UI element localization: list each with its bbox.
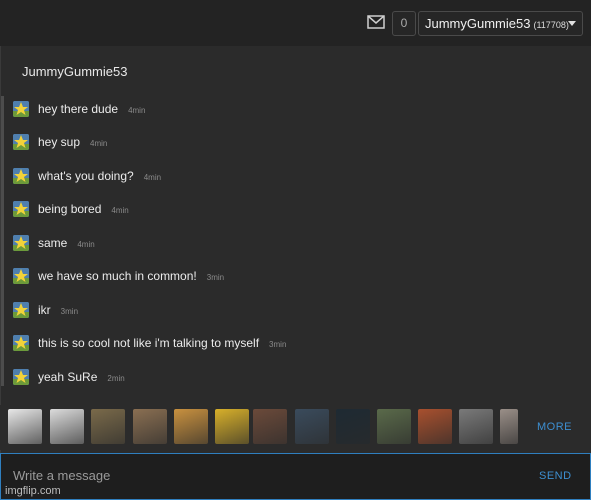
message-row: hey there dude 4min (13, 100, 145, 118)
meme-strip: MORE (0, 405, 591, 450)
doge-meme-thumb[interactable] (174, 409, 208, 444)
message-time: 4min (111, 205, 129, 215)
message-text: same (38, 236, 68, 250)
lol-face-thumb[interactable] (50, 409, 84, 444)
message-row: ikr 3min (13, 301, 78, 319)
message-time: 4min (128, 105, 146, 115)
user-avatar-icon[interactable] (13, 101, 29, 117)
envelope-icon[interactable] (367, 15, 385, 29)
message-time: 2min (107, 373, 125, 383)
caret-down-icon (568, 21, 576, 26)
message-row: being bored 4min (13, 200, 129, 218)
panel-divider (1, 96, 4, 386)
user-avatar-icon[interactable] (13, 168, 29, 184)
meme-thumb-11[interactable] (418, 409, 452, 444)
user-avatar-icon[interactable] (13, 268, 29, 284)
user-menu-dropdown[interactable]: JummyGummie53 (117708) (418, 11, 583, 36)
compose-bar: Write a message SEND (0, 453, 591, 500)
message-row: this is so cool not like i'm talking to … (13, 334, 286, 352)
meme-thumb-13[interactable] (500, 409, 518, 444)
user-avatar-icon[interactable] (13, 201, 29, 217)
user-avatar-icon[interactable] (13, 335, 29, 351)
message-row: hey sup 4min (13, 133, 107, 151)
spongebob-meme-thumb[interactable] (215, 409, 249, 444)
message-row: we have so much in common! 3min (13, 267, 224, 285)
message-time: 4min (77, 239, 95, 249)
top-bar: 0 JummyGummie53 (117708) (0, 0, 591, 46)
conversation-panel: JummyGummie53 hey there dude 4min hey sup 4… (0, 46, 591, 454)
meme-thumb-3[interactable] (91, 409, 125, 444)
message-text: yeah SuRe (38, 370, 98, 384)
user-avatar-icon[interactable] (13, 369, 29, 385)
message-time: 3min (206, 272, 225, 282)
message-time: 3min (60, 306, 79, 316)
more-memes-button[interactable]: MORE (537, 421, 572, 433)
imgflip-watermark: imgflip.com (5, 485, 61, 497)
user-avatar-icon[interactable] (13, 235, 29, 251)
message-text: hey there dude (38, 102, 119, 116)
message-text: hey sup (38, 135, 81, 149)
user-avatar-icon[interactable] (13, 302, 29, 318)
rage-face-thumb[interactable] (8, 409, 42, 444)
message-text: ikr (38, 303, 51, 317)
jesus-meme-thumb[interactable] (133, 409, 167, 444)
message-row: same 4min (13, 234, 95, 252)
message-time: 4min (90, 138, 108, 148)
message-time: 3min (269, 339, 287, 349)
message-time: 4min (143, 172, 162, 182)
message-text: we have so much in common! (38, 269, 197, 283)
message-input[interactable]: Write a message (13, 468, 110, 483)
message-row: yeah SuRe 2min (13, 368, 125, 386)
meme-thumb-10[interactable] (377, 409, 411, 444)
message-text: being bored (38, 202, 102, 216)
username-label: JummyGummie53 (425, 16, 531, 31)
notification-count[interactable]: 0 (392, 11, 416, 36)
send-button[interactable]: SEND (539, 470, 572, 482)
disaster-girl-thumb[interactable] (295, 409, 329, 444)
user-points: (117708) (533, 20, 569, 30)
bernie-meme-thumb[interactable] (459, 409, 493, 444)
conversation-title: JummyGummie53 (22, 64, 128, 79)
meme-thumb-9[interactable] (336, 409, 370, 444)
user-avatar-icon[interactable] (13, 134, 29, 150)
message-text: this is so cool not like i'm talking to … (38, 336, 260, 350)
leo-meme-thumb[interactable] (253, 409, 287, 444)
message-row: what's you doing? 4min (13, 167, 161, 185)
message-text: what's you doing? (38, 169, 134, 183)
